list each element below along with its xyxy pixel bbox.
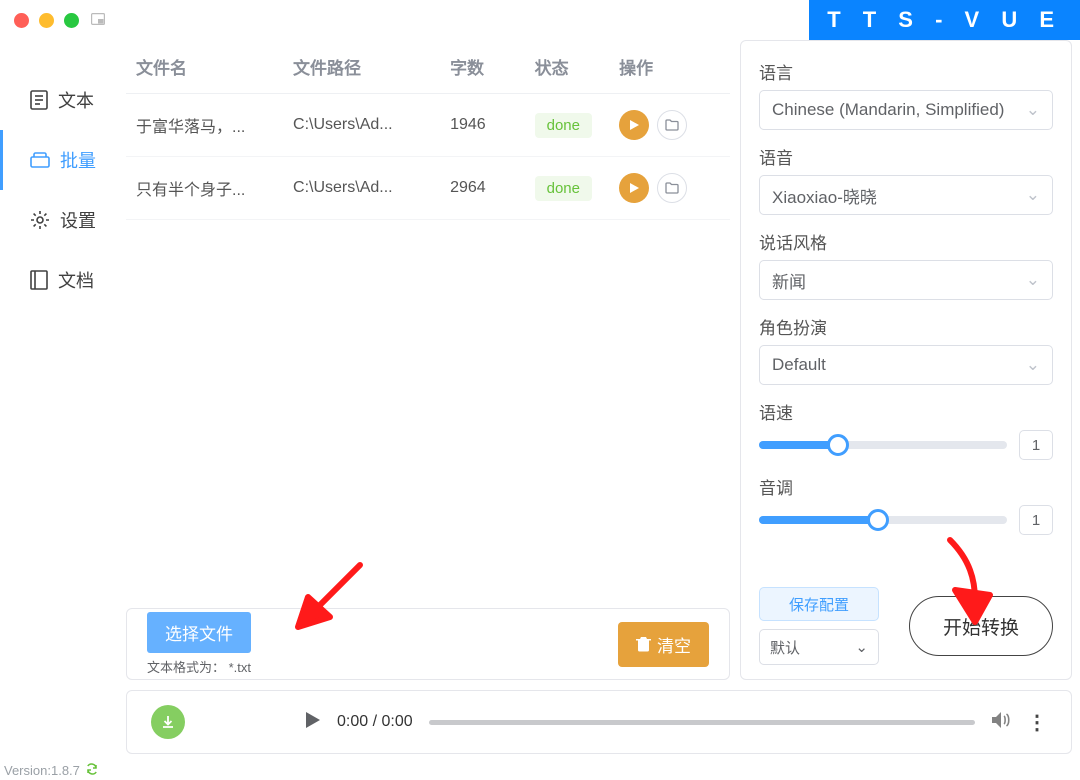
download-button[interactable] (151, 705, 185, 739)
sidebar-item-label: 文本 (58, 87, 94, 113)
chevron-down-icon: ⌄ (1026, 270, 1040, 290)
preset-value: 默认 (770, 637, 800, 658)
voice-label: 语音 (759, 144, 1053, 169)
table-row: 只有半个身子... C:\Users\Ad... 2964 done (126, 157, 730, 220)
slider-thumb[interactable] (827, 434, 849, 456)
cell-ops (609, 157, 730, 220)
role-label: 角色扮演 (759, 314, 1053, 339)
clear-button[interactable]: 清空 (618, 622, 709, 667)
cell-status: done (525, 94, 610, 157)
language-value: Chinese (Mandarin, Simplified) (772, 100, 1004, 120)
batch-icon (30, 152, 50, 168)
speed-value: 1 (1019, 430, 1053, 460)
role-select[interactable]: Default ⌄ (759, 345, 1053, 385)
volume-button[interactable] (991, 711, 1011, 733)
refresh-button[interactable] (86, 763, 98, 778)
style-value: 新闻 (772, 268, 806, 293)
cell-words: 1946 (440, 94, 525, 157)
cell-name: 于富华落马，... (126, 94, 283, 157)
refresh-icon (86, 763, 98, 775)
sidebar: 文本 批量 设置 文档 (0, 40, 126, 764)
file-format-hint: 文本格式为： *.txt (147, 657, 251, 676)
choose-file-button[interactable]: 选择文件 (147, 612, 251, 653)
col-name: 文件名 (126, 40, 283, 94)
cell-ops (609, 94, 730, 157)
folder-icon (665, 182, 679, 194)
pip-icon[interactable] (91, 13, 105, 28)
col-ops: 操作 (609, 40, 730, 94)
sidebar-item-docs[interactable]: 文档 (0, 250, 126, 310)
chevron-down-icon: ⌄ (855, 638, 868, 656)
start-convert-button[interactable]: 开始转换 (909, 596, 1053, 656)
file-bar: 选择文件 文本格式为： *.txt 清空 (126, 608, 730, 680)
col-words: 字数 (440, 40, 525, 94)
play-button[interactable] (619, 110, 649, 140)
pitch-slider[interactable] (759, 516, 1007, 524)
cell-words: 2964 (440, 157, 525, 220)
preset-select[interactable]: 默认 ⌄ (759, 629, 879, 665)
minimize-window-icon[interactable] (39, 13, 54, 28)
audio-play-button[interactable] (305, 711, 321, 733)
status-badge: done (535, 113, 592, 138)
audio-menu-button[interactable]: ⋮ (1027, 710, 1047, 735)
book-icon (30, 270, 48, 290)
titlebar: T T S - V U E (0, 0, 1080, 40)
options-panel: 语言 Chinese (Mandarin, Simplified) ⌄ 语音 X… (740, 40, 1072, 680)
play-icon (628, 182, 640, 194)
voice-select[interactable]: Xiaoxiao-晓晓 ⌄ (759, 175, 1053, 215)
close-window-icon[interactable] (14, 13, 29, 28)
language-label: 语言 (759, 59, 1053, 84)
cell-path: C:\Users\Ad... (283, 157, 440, 220)
cell-name: 只有半个身子... (126, 157, 283, 220)
audio-time: 0:00 / 0:00 (337, 713, 413, 731)
app-title: T T S - V U E (809, 0, 1080, 40)
speed-slider[interactable] (759, 441, 1007, 449)
play-icon (305, 711, 321, 729)
status-badge: done (535, 176, 592, 201)
download-icon (160, 714, 176, 730)
footer: Version:1.8.7 (4, 763, 98, 778)
sidebar-item-label: 设置 (60, 207, 96, 233)
clear-button-label: 清空 (657, 632, 691, 657)
sidebar-item-text[interactable]: 文本 (0, 70, 126, 130)
file-table: 文件名 文件路径 字数 状态 操作 于富华落马，... C:\Users\Ad.… (126, 40, 730, 220)
player-card: 0:00 / 0:00 ⋮ (126, 690, 1072, 754)
language-select[interactable]: Chinese (Mandarin, Simplified) ⌄ (759, 90, 1053, 130)
window-controls (14, 13, 79, 28)
volume-icon (991, 711, 1011, 729)
document-icon (30, 90, 48, 110)
chevron-down-icon: ⌄ (1026, 100, 1040, 120)
file-table-card: 文件名 文件路径 字数 状态 操作 于富华落马，... C:\Users\Ad.… (126, 40, 730, 680)
sidebar-item-batch[interactable]: 批量 (0, 130, 126, 190)
cell-status: done (525, 157, 610, 220)
play-button[interactable] (619, 173, 649, 203)
chevron-down-icon: ⌄ (1026, 355, 1040, 375)
gear-icon (30, 210, 50, 230)
open-folder-button[interactable] (657, 110, 687, 140)
pitch-value: 1 (1019, 505, 1053, 535)
table-row: 于富华落马，... C:\Users\Ad... 1946 done (126, 94, 730, 157)
chevron-down-icon: ⌄ (1026, 185, 1040, 205)
open-folder-button[interactable] (657, 173, 687, 203)
col-path: 文件路径 (283, 40, 440, 94)
slider-thumb[interactable] (867, 509, 889, 531)
col-status: 状态 (525, 40, 610, 94)
style-label: 说话风格 (759, 229, 1053, 254)
play-icon (628, 119, 640, 131)
trash-icon (636, 636, 651, 652)
cell-path: C:\Users\Ad... (283, 94, 440, 157)
maximize-window-icon[interactable] (64, 13, 79, 28)
role-value: Default (772, 355, 826, 375)
sidebar-item-label: 文档 (58, 267, 94, 293)
sidebar-item-label: 批量 (60, 147, 96, 173)
sidebar-item-settings[interactable]: 设置 (0, 190, 126, 250)
style-select[interactable]: 新闻 ⌄ (759, 260, 1053, 300)
folder-icon (665, 119, 679, 131)
speed-label: 语速 (759, 399, 1053, 424)
voice-value: Xiaoxiao-晓晓 (772, 183, 877, 208)
version-label: Version:1.8.7 (4, 763, 80, 778)
save-config-button[interactable]: 保存配置 (759, 587, 879, 621)
audio-progress[interactable] (429, 720, 975, 725)
pitch-label: 音调 (759, 474, 1053, 499)
